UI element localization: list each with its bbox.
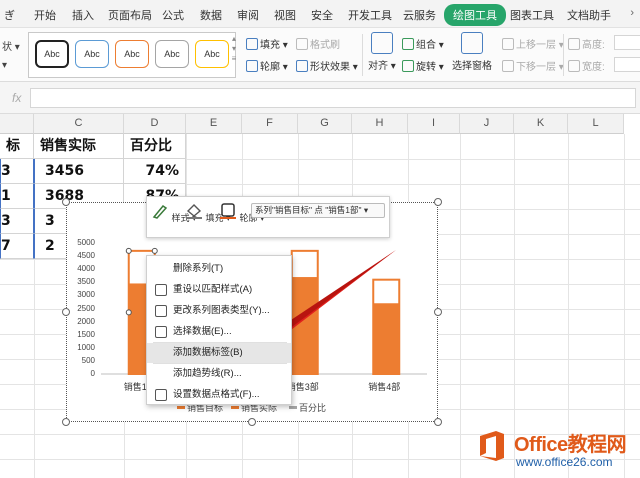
context-menu-label: 添加数据标签(B) xyxy=(173,347,243,358)
context-menu-label: 选择数据(E)... xyxy=(173,326,232,337)
context-menu: 删除系列(T) 重设以匹配样式(A) 更改系列图表类型(Y)... 选择数据(E)..… xyxy=(146,255,292,405)
outline-icon xyxy=(220,203,236,219)
format-data-point-icon xyxy=(155,389,167,401)
floating-mini-toolbar: 样式 ▾ 填充 ▾ 轮廓 ▾ 系列"销售目标" 点 "销售1部" ▾ xyxy=(146,196,390,238)
office-logo-icon xyxy=(480,431,504,461)
context-menu-item[interactable]: 更改系列图表类型(Y)... xyxy=(147,301,291,321)
context-menu-item[interactable]: 删除系列(T) xyxy=(147,259,291,279)
red-arrow-annotation xyxy=(236,250,396,358)
context-menu-item[interactable]: 选择数据(E)... xyxy=(147,322,291,342)
context-menu-item[interactable]: 添加趋势线(R)... xyxy=(147,364,291,384)
context-menu-item[interactable]: 设置数据点格式(F)... xyxy=(147,385,291,405)
select-data-icon xyxy=(155,326,167,338)
change-chart-type-icon xyxy=(155,305,167,317)
brush-icon xyxy=(152,204,168,219)
context-menu-label: 删除系列(T) xyxy=(173,263,224,274)
context-menu-label: 添加趋势线(R)... xyxy=(173,368,242,379)
context-menu-label: 设置数据点格式(F)... xyxy=(173,389,260,400)
watermark-url: www.office26.com xyxy=(516,455,613,469)
reset-style-icon xyxy=(155,284,167,296)
fill-bucket-icon xyxy=(186,204,202,219)
context-menu-label: 重设以匹配样式(A) xyxy=(173,284,253,295)
watermark-title: Office教程网 xyxy=(514,434,627,456)
context-menu-item[interactable]: 添加数据标签(B) xyxy=(147,343,291,363)
context-menu-item[interactable]: 重设以匹配样式(A) xyxy=(147,280,291,300)
series-point-select[interactable]: 系列"销售目标" 点 "销售1部" ▾ xyxy=(251,203,385,218)
context-menu-label: 更改系列图表类型(Y)... xyxy=(173,305,270,316)
watermark: Office教程网 www.office26.com xyxy=(468,424,640,478)
